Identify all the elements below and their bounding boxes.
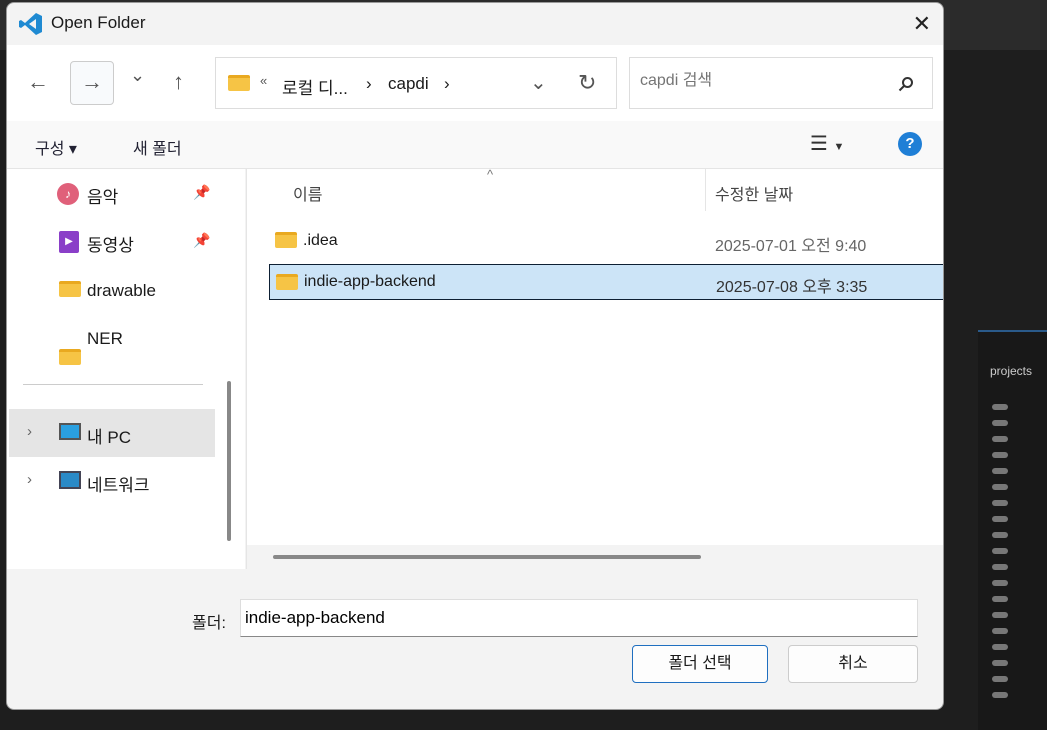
breadcrumb-capdi[interactable]: capdi: [388, 74, 429, 94]
computer-icon: [59, 423, 81, 440]
sidebar-scrollbar[interactable]: [227, 381, 231, 541]
video-icon: ▶: [59, 231, 79, 253]
help-button[interactable]: ?: [898, 132, 922, 156]
column-header-name[interactable]: 이름: [293, 181, 322, 205]
file-row-selected[interactable]: indie-app-backend 2025-07-08 오후 3:35: [269, 264, 943, 300]
horizontal-scrollbar[interactable]: [273, 555, 701, 559]
sidebar-item-this-pc[interactable]: › 내 PC: [9, 409, 215, 457]
background-panel-title: projects: [990, 364, 1033, 378]
navigation-pane: ♪ 음악 📌 ▶ 동영상 📌 drawable NER › 내 PC › 네트워…: [7, 169, 245, 569]
sort-ascending-icon: ^: [487, 167, 494, 182]
file-row[interactable]: .idea 2025-07-01 오전 9:40: [269, 223, 943, 259]
file-modified: 2025-07-01 오전 9:40: [715, 238, 867, 255]
column-header-modified[interactable]: 수정한 날짜: [715, 181, 793, 205]
file-name: indie-app-backend: [304, 273, 436, 290]
view-options-button[interactable]: ☰ ▼: [810, 131, 844, 156]
recent-locations-button[interactable]: ⌄: [130, 65, 145, 86]
cancel-button[interactable]: 취소: [788, 645, 918, 683]
sidebar-item-label: 음악: [87, 188, 119, 207]
navigation-bar: ← → ⌄ ↑ « 로컬 디... › capdi › ⌄ ↻: [7, 45, 943, 121]
folder-icon: [276, 274, 298, 290]
back-button[interactable]: ←: [27, 69, 49, 95]
address-dropdown-icon[interactable]: ⌄: [530, 70, 547, 95]
up-button[interactable]: ↑: [173, 69, 184, 95]
sidebar-item-label: 내 PC: [87, 428, 131, 447]
file-name: .idea: [303, 232, 338, 249]
search-box[interactable]: [629, 57, 933, 109]
refresh-icon[interactable]: ↻: [578, 70, 596, 96]
pin-icon: 📌: [193, 184, 211, 200]
horizontal-scroll-track: [247, 545, 943, 569]
breadcrumb-local-disk[interactable]: 로컬 디...: [282, 74, 348, 99]
background-editor-panel: projects: [978, 330, 1047, 730]
folder-name-input[interactable]: [240, 599, 918, 637]
breadcrumb-separator[interactable]: ›: [366, 74, 372, 94]
search-input[interactable]: [640, 72, 880, 90]
folder-icon: [59, 281, 81, 297]
close-button[interactable]: ✕: [913, 11, 931, 37]
expand-chevron-icon[interactable]: ›: [27, 423, 32, 440]
music-icon: ♪: [57, 183, 79, 205]
dialog-footer: 폴더:: [7, 569, 943, 709]
breadcrumb-overflow[interactable]: «: [260, 73, 267, 88]
network-icon: [59, 471, 81, 489]
divider: [23, 384, 203, 385]
file-list: ^ 이름 수정한 날짜 .idea 2025-07-01 오전 9:40 ind…: [246, 167, 943, 569]
pin-icon: 📌: [193, 232, 211, 248]
address-bar[interactable]: « 로컬 디... › capdi › ⌄ ↻: [215, 57, 617, 109]
vscode-icon: [19, 13, 42, 35]
folder-icon: [59, 349, 81, 365]
folder-icon: [275, 232, 297, 248]
sidebar-item-label: NER: [87, 329, 123, 348]
search-icon[interactable]: [898, 76, 914, 92]
command-bar: 구성 ▾ 새 폴더 ☰ ▼ ?: [7, 121, 943, 169]
breadcrumb-separator[interactable]: ›: [444, 74, 450, 94]
forward-button[interactable]: →: [70, 61, 114, 105]
new-folder-button[interactable]: 새 폴더: [133, 135, 182, 159]
sidebar-item-label: 동영상: [87, 236, 134, 255]
folder-label: 폴더:: [192, 615, 226, 632]
open-folder-dialog: Open Folder ✕ ← → ⌄ ↑ « 로컬 디... › capdi …: [6, 2, 944, 710]
sidebar-item-label: drawable: [87, 281, 156, 300]
sidebar-item-label: 네트워크: [87, 476, 150, 495]
select-folder-button[interactable]: 폴더 선택: [632, 645, 768, 683]
expand-chevron-icon[interactable]: ›: [27, 471, 32, 488]
column-divider[interactable]: [705, 169, 706, 211]
title-bar: Open Folder ✕: [7, 3, 943, 45]
folder-icon: [228, 75, 250, 91]
organize-button[interactable]: 구성 ▾: [35, 135, 77, 159]
file-modified: 2025-07-08 오후 3:35: [716, 279, 868, 296]
dialog-title: Open Folder: [51, 13, 146, 32]
